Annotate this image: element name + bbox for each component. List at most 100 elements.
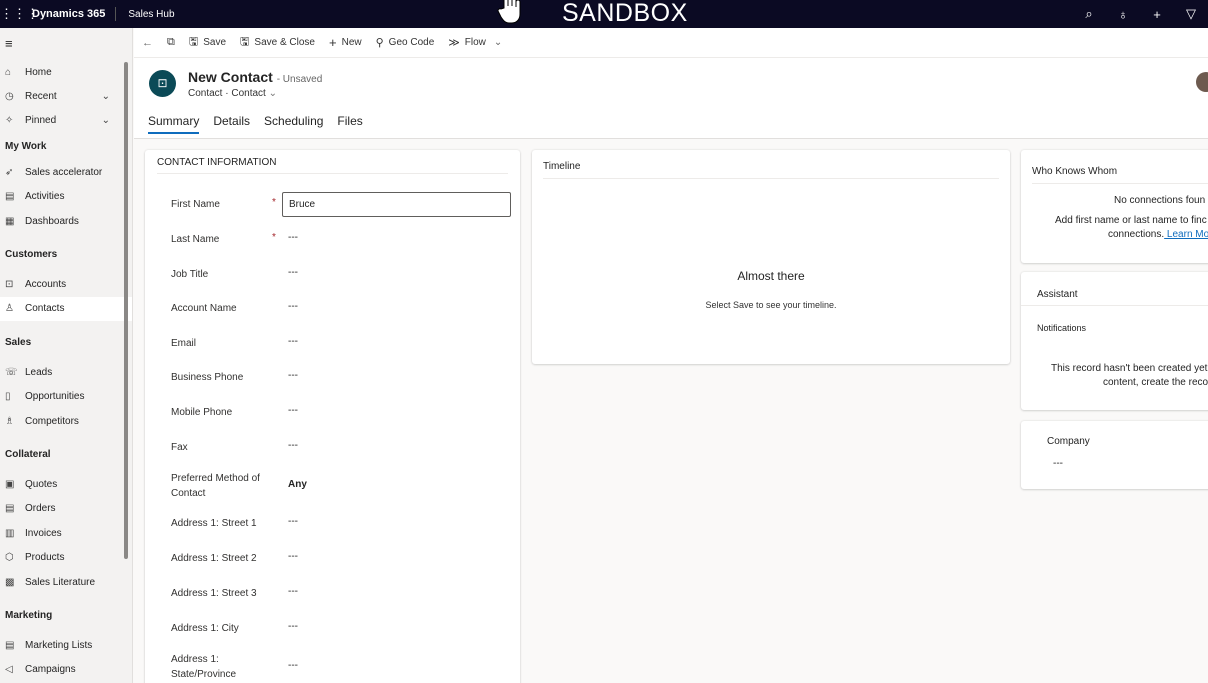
search-icon[interactable]: ⌕ xyxy=(1072,6,1106,22)
nav-item-sales-accelerator[interactable]: ➶ Sales accelerator xyxy=(0,160,132,184)
rocket-icon: ➶ xyxy=(5,166,14,178)
app-name[interactable]: Dynamics 365 xyxy=(32,7,117,21)
nav-item-orders[interactable]: ▤ Orders xyxy=(0,497,132,521)
nav-item-leads[interactable]: ☏ Leads xyxy=(0,360,132,384)
nav-scrollbar[interactable] xyxy=(124,62,128,559)
save-label: Save xyxy=(203,37,227,48)
nav-item-pinned[interactable]: ✧ Pinned ⌄ xyxy=(0,109,132,133)
user-avatar[interactable] xyxy=(1196,72,1208,92)
nav-item-products[interactable]: ⬡ Products xyxy=(0,545,132,569)
field-street-2: Address 1: Street 2 --- xyxy=(171,551,511,581)
tab-scheduling[interactable]: Scheduling xyxy=(264,114,323,134)
hub-name[interactable]: Sales Hub xyxy=(128,9,174,20)
tab-details[interactable]: Details xyxy=(213,114,250,134)
preferred-method-select[interactable]: Any xyxy=(288,479,307,490)
job-title-input[interactable]: --- xyxy=(288,267,298,278)
account-name-lookup[interactable]: --- xyxy=(288,301,298,312)
field-label: Job Title xyxy=(171,269,209,280)
tab-files[interactable]: Files xyxy=(337,114,362,134)
nav-item-invoices[interactable]: ▥ Invoices xyxy=(0,521,132,545)
clock-icon: ◷ xyxy=(5,91,14,103)
required-asterisk: * xyxy=(272,197,276,208)
nav-item-campaigns[interactable]: ◁ Campaigns xyxy=(0,658,132,682)
lightbulb-icon[interactable]: ♁ xyxy=(1106,7,1140,22)
street-3-input[interactable]: --- xyxy=(288,586,298,597)
popout-button[interactable]: ⧉ xyxy=(167,36,175,49)
mobile-phone-input[interactable]: --- xyxy=(288,405,298,416)
company-value[interactable]: --- xyxy=(1053,458,1063,469)
first-name-input[interactable]: Bruce xyxy=(282,192,511,217)
nav-item-label: Sales accelerator xyxy=(25,166,103,178)
plus-icon[interactable]: + xyxy=(1140,7,1174,22)
nav-item-contacts[interactable]: ♙ Contacts xyxy=(0,296,132,322)
street-1-input[interactable]: --- xyxy=(288,516,298,527)
save-close-label: Save & Close xyxy=(254,37,315,48)
street-2-input[interactable]: --- xyxy=(288,551,298,562)
back-button[interactable]: ← xyxy=(142,37,153,49)
timeline-section: Timeline Almost there Select Save to see… xyxy=(532,150,1010,364)
city-input[interactable]: --- xyxy=(288,621,298,632)
nav-item-recent[interactable]: ◷ Recent ⌄ xyxy=(0,84,132,108)
record-title-text: New Contact xyxy=(188,69,273,85)
nav-item-accounts[interactable]: ⊡ Accounts xyxy=(0,272,132,296)
nav-item-marketing-lists[interactable]: ▤ Marketing Lists xyxy=(0,633,132,657)
field-label: Fax xyxy=(171,442,188,453)
chevron-down-icon[interactable]: ⌄ xyxy=(102,91,110,102)
email-input[interactable]: --- xyxy=(288,336,298,347)
save-close-button[interactable]: 🖫 Save & Close xyxy=(240,33,315,52)
nav-item-activities[interactable]: ▤ Activities xyxy=(0,185,132,209)
record-subtitle: Contact · Contact ⌄ xyxy=(188,88,277,99)
nav-item-dashboards[interactable]: ▦ Dashboards xyxy=(0,209,132,233)
learn-more-link[interactable]: Learn Mo xyxy=(1164,229,1208,240)
tab-summary[interactable]: Summary xyxy=(148,114,200,134)
timeline-heading: Almost there xyxy=(737,269,805,283)
dashboard-icon: ▦ xyxy=(5,215,15,227)
sitemap-nav: ≡ ⌂ Home ◷ Recent ⌄ ✧ Pinned ⌄ My Work ➶… xyxy=(0,28,133,683)
field-fax: Fax --- xyxy=(171,440,511,470)
field-email: Email --- xyxy=(171,336,511,366)
state-province-input[interactable]: --- xyxy=(288,660,298,671)
record-header: ⊡ New Contact - Unsaved Contact · Contac… xyxy=(134,58,1208,139)
nav-group-my-work: My Work xyxy=(5,141,47,153)
person-icon: ♙ xyxy=(5,303,14,315)
company-panel: Company --- xyxy=(1021,421,1208,489)
app-launcher-icon[interactable]: ⋮⋮⋮ xyxy=(0,6,39,22)
form-selector[interactable]: Contact ⌄ xyxy=(231,88,277,99)
nav-item-competitors[interactable]: ♗ Competitors xyxy=(0,409,132,433)
chevron-down-icon: ⌄ xyxy=(493,37,503,48)
geo-code-button[interactable]: ⚲ Geo Code xyxy=(376,36,435,49)
save-close-icon: 🖫 xyxy=(240,36,250,48)
nav-item-home[interactable]: ⌂ Home xyxy=(0,60,132,84)
field-mobile-phone: Mobile Phone --- xyxy=(171,405,511,435)
flow-button[interactable]: ≫ Flow ⌄ xyxy=(448,36,502,49)
chevron-down-icon[interactable]: ⌄ xyxy=(102,115,110,126)
list-icon: ▤ xyxy=(5,639,15,651)
quote-icon: ▣ xyxy=(5,478,15,490)
nav-item-opportunities[interactable]: ▯ Opportunities xyxy=(0,385,132,409)
plus-icon: + xyxy=(329,35,337,50)
sandbox-banner: SANDBOX xyxy=(562,0,688,27)
nav-item-quotes[interactable]: ▣ Quotes xyxy=(0,472,132,496)
business-phone-input[interactable]: --- xyxy=(288,370,298,381)
geo-code-label: Geo Code xyxy=(388,37,435,48)
timeline-message: Select Save to see your timeline. xyxy=(705,300,837,310)
fax-input[interactable]: --- xyxy=(288,440,298,451)
connections-line: connections. Learn Mo xyxy=(1108,229,1208,240)
flow-label: Flow xyxy=(464,37,486,48)
nav-item-label: Contacts xyxy=(25,303,65,315)
hamburger-menu-icon[interactable]: ≡ xyxy=(0,28,132,60)
field-business-phone: Business Phone --- xyxy=(171,370,511,400)
last-name-input[interactable]: --- xyxy=(288,232,298,243)
new-button[interactable]: + New xyxy=(329,35,362,50)
save-button[interactable]: 🖫 Save xyxy=(189,33,226,52)
nav-item-label: Accounts xyxy=(25,279,67,291)
floppy-disk-icon: 🖫 xyxy=(188,36,199,48)
nav-item-sales-literature[interactable]: ▩ Sales Literature xyxy=(0,570,132,594)
assistant-panel: Assistant Notifications This record hasn… xyxy=(1021,272,1208,410)
nav-group-customers: Customers xyxy=(5,249,58,261)
top-icon-group: ⌕ ♁ + ▽ xyxy=(1072,0,1208,28)
nav-item-label: Home xyxy=(25,66,52,78)
back-arrow-icon: ← xyxy=(142,36,153,49)
divider xyxy=(157,173,508,174)
filter-icon[interactable]: ▽ xyxy=(1174,6,1208,22)
